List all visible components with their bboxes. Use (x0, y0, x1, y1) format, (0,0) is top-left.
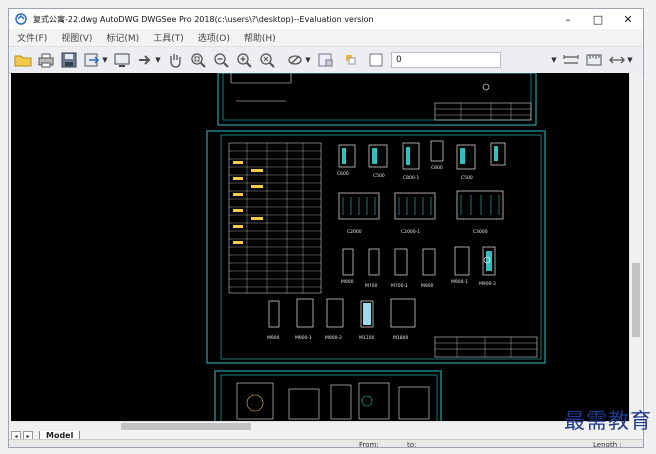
label-m900b: M900 (267, 335, 280, 341)
label-c2000: C2000 (347, 229, 362, 235)
close-button[interactable]: ✕ (613, 9, 643, 29)
horizontal-scroll-thumb[interactable] (121, 423, 251, 430)
chevron-down-icon[interactable]: ▼ (102, 51, 108, 69)
zoom-in-button[interactable] (235, 51, 253, 69)
label-m900-1b: M900-1 (295, 335, 312, 341)
label-c600: C600 (337, 171, 349, 177)
monitor-icon (114, 53, 130, 67)
label-m900-1: M900-1 (451, 279, 468, 285)
label-m1100: M1100 (359, 335, 374, 341)
pen-icon (288, 55, 302, 65)
minimize-button[interactable]: – (553, 9, 583, 29)
zoom-out-icon (214, 53, 229, 68)
menu-help[interactable]: 帮助(H) (244, 31, 276, 44)
label-c800: C800 (431, 165, 443, 171)
vertical-scrollbar[interactable] (629, 73, 642, 421)
status-from: From: (359, 441, 379, 448)
zoom-in-icon (237, 53, 252, 68)
app-window: 复式公寓-22.dwg AutoDWG DWGSee Pro 2018(c:\u… (8, 8, 644, 448)
save-disk-icon (61, 52, 77, 68)
markup-button[interactable] (286, 51, 304, 69)
maximize-button[interactable]: □ (583, 9, 613, 29)
pan-button[interactable] (166, 51, 184, 69)
printer-icon (38, 53, 54, 68)
label-m1800: M1800 (393, 335, 408, 341)
label-c3000: C3000 (473, 229, 488, 235)
save-button[interactable] (60, 51, 78, 69)
cad-drawing: C600 C500 C800-1 C800 C500 C2000 C2000-1… (206, 73, 546, 421)
checkbox-icon (369, 53, 383, 67)
layer-color-checkbox[interactable] (367, 51, 385, 69)
menu-file[interactable]: 文件(F) (17, 31, 47, 44)
label-c2000-1: C2000-1 (401, 229, 420, 235)
label-c500: C500 (373, 173, 385, 179)
menu-markup[interactable]: 标记(M) (106, 31, 139, 44)
measure-button[interactable] (585, 51, 603, 69)
folder-icon (14, 55, 32, 67)
label-m900: M900 (341, 279, 354, 285)
layer-toggle[interactable] (344, 51, 362, 69)
layer-properties-button[interactable] (316, 51, 334, 69)
watermark-text: 最需教育 (564, 409, 652, 433)
layer-select-value: 0 (396, 55, 402, 65)
status-to: to: (407, 441, 417, 448)
zoom-extents-button[interactable] (258, 51, 276, 69)
label-m900-2b: M900-2 (325, 335, 342, 341)
main-toolbar: ▼ ▼ ▼ 0 ▼ ▼ (9, 46, 643, 74)
label-m800: M900 (421, 283, 434, 289)
chevron-down-icon[interactable]: ▼ (551, 51, 557, 69)
menu-view[interactable]: 视图(V) (61, 31, 92, 44)
label-c500b: C500 (461, 175, 473, 181)
menu-tools[interactable]: 工具(T) (153, 31, 184, 44)
distance-icon (609, 56, 625, 64)
distance-button[interactable] (608, 51, 626, 69)
zoom-window-icon (191, 53, 206, 68)
app-logo-icon (15, 13, 27, 25)
menu-options[interactable]: 选项(O) (198, 31, 230, 44)
chevron-down-icon[interactable]: ▼ (627, 51, 633, 69)
measure-icon (586, 54, 602, 66)
arrow-right-icon (139, 55, 151, 65)
layer-select[interactable]: 0 (391, 52, 501, 68)
label-m900-2: M900-2 (479, 281, 496, 287)
hand-icon (170, 54, 181, 68)
open-folder-button[interactable] (14, 51, 32, 69)
zoom-out-button[interactable] (212, 51, 230, 69)
screen-button[interactable] (113, 51, 131, 69)
window-title: 复式公寓-22.dwg AutoDWG DWGSee Pro 2018(c:\u… (33, 14, 374, 24)
export-button[interactable] (83, 51, 101, 69)
dimension-icon (563, 55, 579, 64)
label-m700: M700 (365, 283, 378, 289)
status-length: Length : (593, 441, 622, 448)
dimension-button[interactable] (562, 51, 580, 69)
drawing-canvas[interactable]: C600 C500 C800-1 C800 C500 C2000 C2000-1… (11, 73, 629, 421)
zoom-extents-icon (260, 53, 275, 68)
layer-state-icon (346, 55, 356, 65)
layer-icon (318, 53, 333, 67)
zoom-window-button[interactable] (189, 51, 207, 69)
chevron-down-icon[interactable]: ▼ (155, 51, 161, 69)
vertical-scroll-thumb[interactable] (632, 263, 640, 337)
next-button[interactable] (136, 51, 154, 69)
title-bar: 复式公寓-22.dwg AutoDWG DWGSee Pro 2018(c:\u… (9, 9, 643, 29)
chevron-down-icon[interactable]: ▼ (305, 51, 311, 69)
menu-bar: 文件(F) 视图(V) 标记(M) 工具(T) 选项(O) 帮助(H) (9, 29, 643, 45)
status-bar: From: to: Length : (9, 439, 643, 448)
label-m700-1: M700-1 (391, 283, 408, 289)
export-icon (84, 53, 100, 67)
label-c800-1: C800-1 (403, 175, 419, 181)
print-button[interactable] (37, 51, 55, 69)
